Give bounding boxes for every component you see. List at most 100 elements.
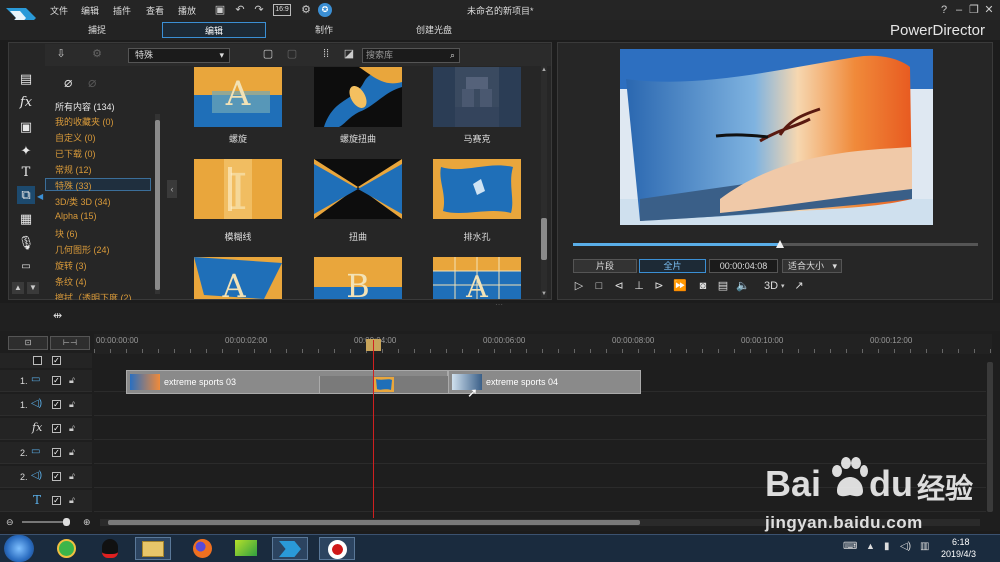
grid-view-icon[interactable]: ⁞⁞ [319, 47, 333, 61]
network-icon[interactable]: ▥ [920, 541, 929, 552]
taskbar-app-firefox-icon[interactable] [184, 537, 220, 560]
movie-mode-button[interactable]: 全片 [639, 259, 706, 273]
next-frame-icon[interactable]: ⊳ [652, 279, 666, 293]
scroll-down-arrow-icon[interactable]: ▼ [541, 291, 547, 297]
transition-room-icon[interactable]: ⧉ [17, 186, 35, 204]
media-room-icon[interactable]: ▤ [17, 70, 35, 88]
category-item[interactable]: 常规 (12) [55, 163, 92, 176]
subtitle-icon[interactable]: ▤ [716, 279, 730, 293]
lock-icon[interactable]: 🔓︎ [69, 447, 75, 458]
playhead-line[interactable] [373, 340, 374, 518]
menu-plugins[interactable]: 插件 [113, 4, 131, 17]
fit-timeline-icon[interactable]: ⇹ [53, 309, 62, 322]
transition-thumbnail-spiral[interactable]: A [194, 67, 282, 127]
zoom-slider-handle[interactable] [63, 518, 70, 526]
track-enable-checkbox[interactable] [33, 356, 42, 365]
library-scrollbar-thumb[interactable] [541, 218, 547, 260]
transition-thumbnail-mosaic[interactable] [433, 67, 521, 127]
menu-play[interactable]: 播放 [178, 4, 196, 17]
transition-thumbnail-spiral-twist[interactable] [314, 67, 402, 127]
save-icon[interactable]: ▣ [213, 3, 227, 17]
help-icon[interactable]: ? [937, 3, 951, 17]
clip-mode-button[interactable]: 片段 [573, 259, 637, 273]
volume-icon[interactable]: 🔈 [736, 279, 750, 293]
taskbar-app-recorder-icon[interactable] [319, 537, 355, 560]
keyboard-icon[interactable]: ⌨ [843, 541, 857, 552]
previous-frame-icon[interactable]: ⊲ [612, 279, 626, 293]
tab-create-disc[interactable]: 创建光盘 [382, 22, 486, 38]
taskbar-app-powerdirector-icon[interactable] [272, 537, 308, 560]
show-hidden-icons-icon[interactable]: ▲ [866, 541, 875, 551]
search-icon[interactable]: ⌕ [450, 49, 455, 62]
lock-icon[interactable]: 🔓︎ [69, 423, 75, 434]
transition-thumbnail[interactable]: A [194, 257, 282, 299]
lock-icon[interactable]: 🔓︎ [69, 375, 75, 386]
category-item[interactable]: Alpha (15) [55, 211, 97, 221]
track-enable-all-checkbox[interactable]: ✓ [52, 356, 61, 365]
minimize-icon[interactable]: – [952, 3, 966, 17]
taskbar-app-qq-icon[interactable] [92, 537, 128, 560]
redo-icon[interactable]: ↷ [252, 3, 266, 17]
chapter-room-icon[interactable]: ▭ [17, 258, 35, 276]
preview-seek-handle[interactable] [776, 240, 784, 248]
particle-room-icon[interactable]: ✦ [17, 142, 35, 160]
play-icon[interactable]: ▷ [572, 279, 586, 293]
category-item[interactable]: 擦拭（透明下度 (2) [55, 291, 132, 300]
timeline-horizontal-scrollbar-thumb[interactable] [108, 520, 640, 525]
track-enable-checkbox[interactable]: ✓ [52, 472, 61, 481]
fx-room-icon[interactable]: fx [17, 94, 35, 112]
transition-thumbnail-blur-line[interactable]: I [194, 159, 282, 219]
taskbar-date[interactable]: 2019/4/3 [941, 549, 976, 559]
taskbar-app-video-icon[interactable] [228, 537, 264, 560]
category-item[interactable]: 条纹 (4) [55, 275, 87, 288]
undo-icon[interactable]: ↶ [233, 3, 247, 17]
scroll-up-arrow-icon[interactable]: ▲ [541, 67, 547, 73]
category-item[interactable]: 几何图形 (24) [55, 243, 110, 256]
audio-mix-room-icon[interactable]: ▦ [17, 210, 35, 228]
category-item[interactable]: 旋转 (3) [55, 259, 87, 272]
tab-produce[interactable]: 制作 [272, 22, 376, 38]
timecode-display[interactable]: 00:00:04:08 [709, 259, 778, 273]
taskbar-app-explorer-icon[interactable] [135, 537, 171, 560]
category-item[interactable]: 所有内容 (134) [55, 100, 115, 113]
track-enable-checkbox[interactable]: ✓ [52, 376, 61, 385]
transition-thumbnail-drain[interactable] [433, 159, 521, 219]
title-room-icon[interactable]: T [17, 164, 35, 182]
track-enable-checkbox[interactable]: ✓ [52, 424, 61, 433]
battery-icon[interactable]: ▮ [884, 541, 890, 552]
fit-size-dropdown[interactable]: 适合大小 ▾ [782, 259, 842, 273]
track-enable-checkbox[interactable]: ✓ [52, 496, 61, 505]
transition-thumbnail[interactable]: A [433, 257, 521, 299]
category-item-selected[interactable]: 特殊 (33) [55, 179, 92, 192]
timeline-view-icon[interactable]: ⊡ [8, 336, 48, 350]
lock-icon[interactable]: 🔓︎ [69, 471, 75, 482]
new-folder-icon[interactable]: ▢ [261, 47, 275, 61]
restore-icon[interactable]: ❐ [967, 3, 981, 17]
menu-file[interactable]: 文件 [50, 4, 68, 17]
aspect-ratio-button[interactable]: 16:9 [273, 4, 291, 16]
track-row-fx[interactable] [94, 418, 986, 440]
category-scrollbar-thumb[interactable] [155, 120, 160, 290]
resize-handle-icon[interactable]: ⋯ [495, 300, 503, 309]
undock-preview-icon[interactable]: ↗ [792, 279, 806, 293]
taskbar-app-browser-icon[interactable] [48, 537, 84, 560]
menu-view[interactable]: 查看 [146, 4, 164, 17]
library-search-input[interactable]: 搜索库 ⌕ [362, 48, 460, 63]
split-marker-icon[interactable]: ⊥ [632, 279, 646, 293]
import-media-icon[interactable]: ⇩ [54, 47, 68, 61]
track-row-audio-1[interactable] [94, 394, 986, 416]
add-tag-icon[interactable]: ⌀ [64, 74, 72, 91]
scroll-down-icon[interactable]: ▼ [27, 282, 39, 294]
account-icon[interactable]: ✪ [318, 3, 332, 17]
scroll-up-icon[interactable]: ▲ [12, 282, 24, 294]
storyboard-view-icon[interactable]: ⊢⊣ [50, 336, 90, 350]
lock-icon[interactable]: 🔓︎ [69, 495, 75, 506]
transition-thumbnail-warp[interactable] [314, 159, 402, 219]
track-enable-checkbox[interactable]: ✓ [52, 448, 61, 457]
library-scrollbar[interactable] [541, 66, 547, 298]
transition-thumbnail[interactable]: B [314, 257, 402, 299]
close-icon[interactable]: ✕ [982, 3, 996, 17]
volume-tray-icon[interactable]: ◁) [900, 541, 911, 552]
pip-room-icon[interactable]: ▣ [17, 118, 35, 136]
start-button[interactable] [4, 535, 34, 562]
